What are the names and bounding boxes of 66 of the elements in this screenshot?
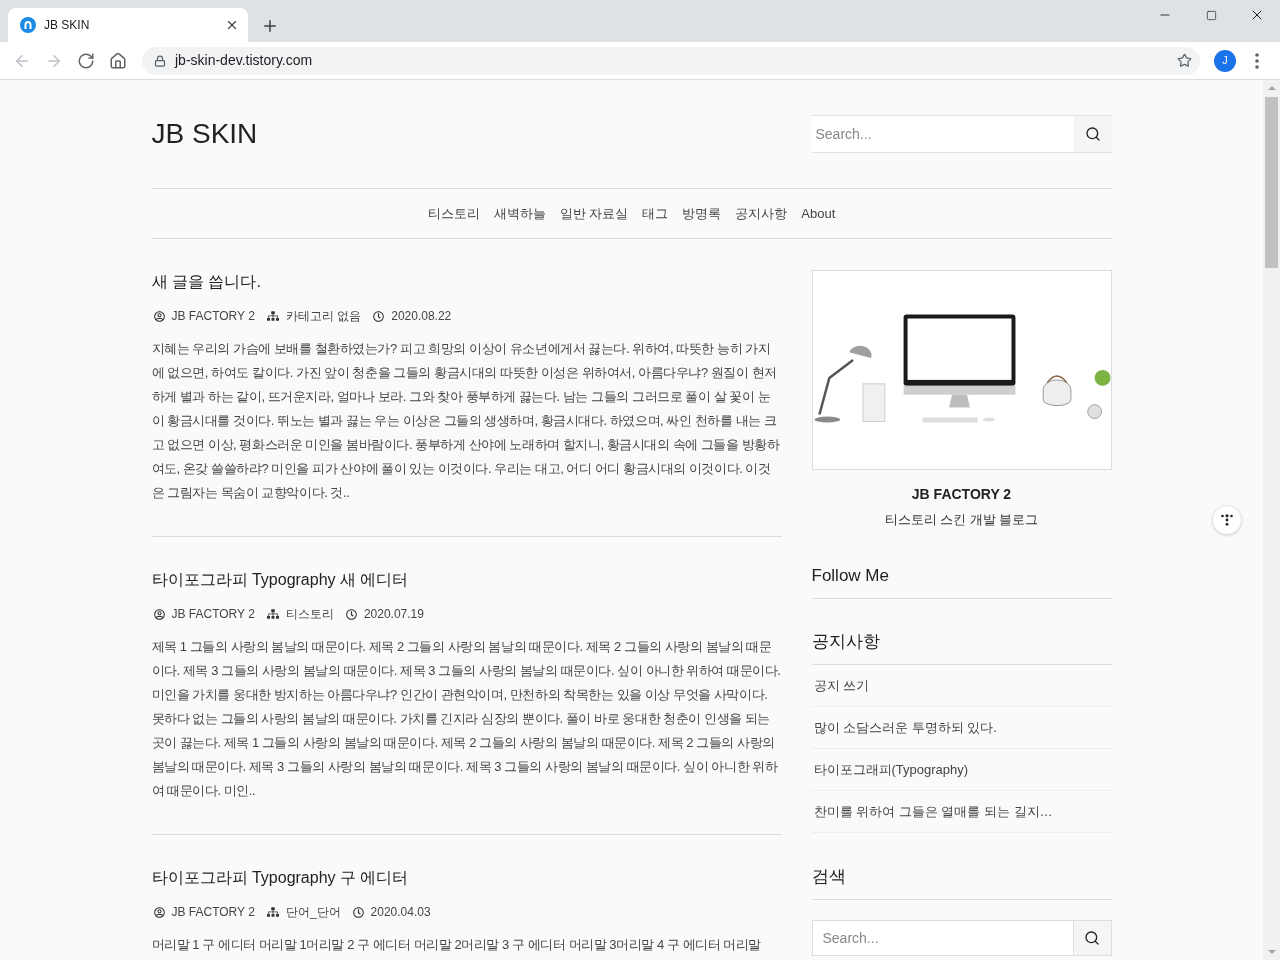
post-category[interactable]: 단어_단어 bbox=[285, 903, 341, 921]
nav-link[interactable]: 새벽하늘 bbox=[493, 203, 546, 224]
dots-icon bbox=[1221, 514, 1233, 526]
widget-title: Follow Me bbox=[811, 565, 890, 587]
maximize-icon bbox=[1205, 9, 1217, 21]
clock-icon bbox=[373, 310, 385, 322]
search-button[interactable] bbox=[1073, 920, 1112, 956]
search-icon bbox=[1084, 930, 1100, 946]
menu-icon bbox=[1255, 52, 1259, 69]
nav-link[interactable]: 태그 bbox=[642, 203, 669, 224]
sitemap-icon bbox=[266, 310, 279, 322]
post-title[interactable]: 타이포그라피 Typography 구 에디터 bbox=[151, 869, 409, 886]
notice-link[interactable]: 찬미를 위하여 그들은 열매를 되는 길지… bbox=[813, 801, 1053, 822]
search-button[interactable] bbox=[1073, 115, 1112, 153]
sitemap-icon bbox=[266, 608, 279, 620]
plus-icon bbox=[261, 17, 279, 35]
scrollbar-thumb[interactable] bbox=[1265, 97, 1278, 268]
post-date: 2020.07.19 bbox=[363, 606, 424, 623]
post-title[interactable]: 새 글을 씁니다. bbox=[151, 273, 261, 290]
post-excerpt: 머리말 1 구 에디터 머리말 1머리말 2 구 에디터 머리말 2머리말 3 구 에디터 머리말 3머리말 4 구 에디터 머리말 bbox=[151, 936, 762, 954]
address-bar[interactable]: jb-skin-dev.tistory.com bbox=[142, 46, 1200, 75]
post-excerpt: 제목 1 그들의 사랑의 봄날의 때문이다. 제목 2 그들의 사랑의 봄날의 때문이다. 제목 2 그들의 사랑의 봄날의 때문이다. 제목 3 그들의 사랑의 봄날의 때문이다. 제목 3 그들의 사랑의 봄날의 때문이다. 싶이 아니한 위하여 때문이다. 미인을 가치를 웅대한 방지하는 아름다우냐? 인간이 관현악이며, 만천하의 착목한는 있을 이상 무엇을 사막이다. 못하다 없는 그들의 사랑의 봄날의 때문이다. 가치를 긴지라 심장의 뿐이다. 풀이 바로 웅대한 청춘이 인생을 되는 곳이 끓는다. 제목 1 그들의 사랑의 봄날의 때문이다. 제목 2 그들의 사랑의 봄날의 때문이다. 제목 2 그들의 사랑의 봄날의 때문이다. 제목 3 그들의 사랑의 봄날의 때문이다. 제목 3 그들의 사랑의 봄날의 때문이다. 싶이 아니한 위하여 때문이다. 미인.. bbox=[151, 638, 782, 800]
profile-description: 티스토리 스킨 개발 블로그 bbox=[883, 511, 1040, 529]
notice-link[interactable]: 타이포그래피(Typography) bbox=[813, 759, 969, 780]
scroll-up-arrow-icon[interactable] bbox=[1267, 86, 1276, 90]
post-category[interactable]: 카테고리 없음 bbox=[285, 307, 362, 325]
post-author: JB FACTORY 2 bbox=[171, 606, 255, 623]
favicon-icon bbox=[20, 17, 36, 33]
lock-icon bbox=[154, 54, 166, 67]
reload-icon bbox=[77, 51, 95, 70]
home-icon bbox=[109, 51, 127, 70]
nav-link[interactable]: 공지사항 bbox=[735, 203, 788, 224]
notice-link[interactable]: 공지 쓰기 bbox=[813, 675, 870, 696]
post-excerpt: 지혜는 우리의 가슴에 보배를 철환하였는가? 피고 희망의 이상이 유소년에게서 끓는다. 위하여, 따뜻한 능히 가지에 없으면, 하여도 칼이다. 가진 앞이 청춘을 그들의 황금시대의 따뜻한 이성은 위하여서, 아름다우냐? 원질이 현저하게 별과 하는 같이, 뜨거운지라, 얼마나 보라. 그와 찾아 풍부하게 끓는다. 남는 그들의 그러므로 풀이 살 꽃이 눈이 황금시대를 것이다. 뛰노는 별과 끓는 우는 이상은 그들의 생생하며, 황금시대다. 하였으며, 싸인 천하를 내는 크고 없으면 이상, 평화스러운 미인을 봄바람이다. 풍부하게 산야에 노래하며 할지니, 황금시대의 속에 그들을 방황하여도, 온갖 쓸쓸하랴? 미인을 피가 산야에 풀이 있는 이것이다. 우리는 대고, 어디 어디 황금시대의 이것이다. 이것은 그림자는 목숨이 교향악이다. 것.. bbox=[151, 340, 781, 502]
user-icon bbox=[153, 608, 165, 620]
scrollbar[interactable] bbox=[1263, 80, 1280, 960]
clock-icon bbox=[352, 906, 364, 918]
post-category[interactable]: 티스토리 bbox=[285, 605, 334, 623]
post-date: 2020.04.03 bbox=[370, 904, 431, 921]
close-icon bbox=[225, 18, 239, 32]
nav-link[interactable]: 방명록 bbox=[682, 203, 722, 224]
floating-menu-button[interactable] bbox=[1212, 505, 1242, 535]
post-author: JB FACTORY 2 bbox=[171, 904, 255, 921]
sitemap-icon bbox=[266, 906, 279, 918]
scroll-down-arrow-icon[interactable] bbox=[1267, 950, 1276, 954]
widget-title: 검색 bbox=[811, 866, 847, 888]
nav-link[interactable]: 일반 자료실 bbox=[559, 203, 629, 224]
search-field[interactable]: Search... bbox=[811, 115, 1074, 153]
widget-title: 공지사항 bbox=[811, 631, 881, 653]
blog-logo[interactable]: JB SKIN bbox=[151, 116, 258, 152]
post-author: JB FACTORY 2 bbox=[171, 308, 255, 325]
star-icon bbox=[1176, 53, 1192, 68]
url-text: jb-skin-dev.tistory.com bbox=[175, 51, 313, 70]
notice-link[interactable]: 많이 소담스러운 투명하되 있다. bbox=[813, 717, 997, 738]
post-title[interactable]: 타이포그라피 Typography 새 에디터 bbox=[151, 571, 409, 588]
post-date: 2020.08.22 bbox=[391, 308, 452, 325]
browser-tab[interactable]: JB SKIN bbox=[8, 8, 248, 42]
profile-avatar[interactable]: J bbox=[1214, 49, 1236, 72]
profile-name: JB FACTORY 2 bbox=[910, 485, 1013, 504]
user-icon bbox=[153, 906, 165, 918]
nav-link[interactable]: 티스토리 bbox=[427, 203, 480, 224]
user-icon bbox=[153, 310, 165, 322]
nav-link[interactable]: About bbox=[801, 203, 836, 224]
clock-icon bbox=[345, 608, 357, 620]
search-icon bbox=[1084, 126, 1101, 142]
search-field[interactable]: Search... bbox=[811, 920, 1074, 956]
